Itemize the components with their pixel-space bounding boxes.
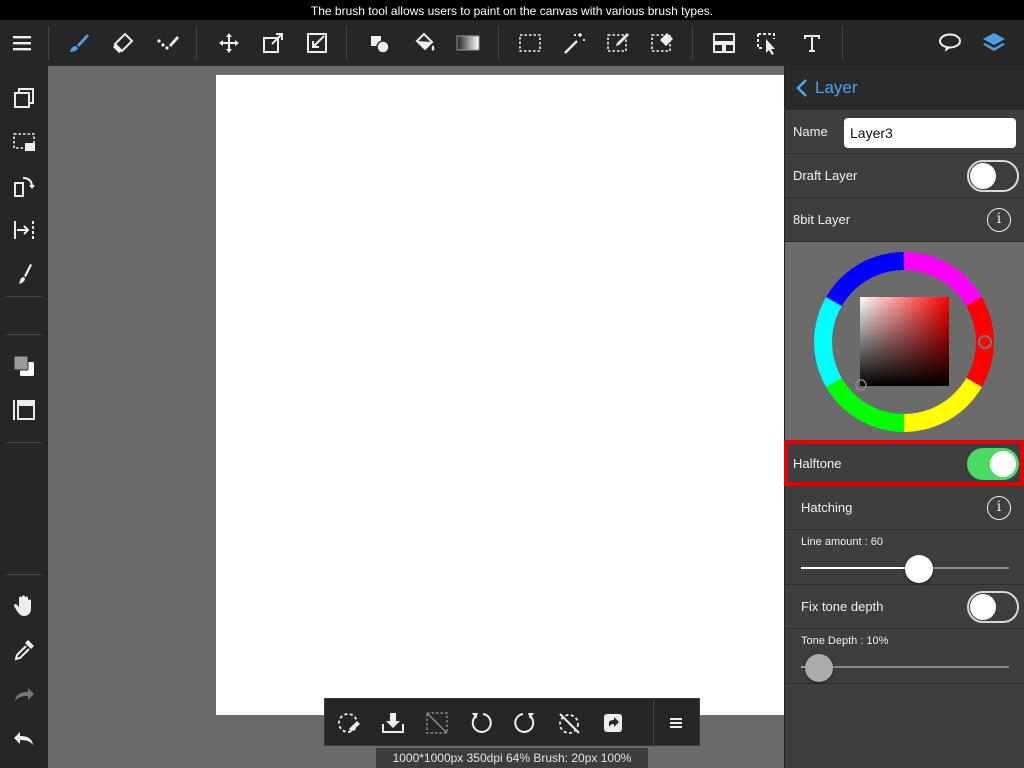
eraser-icon[interactable] <box>103 20 143 66</box>
color-picker-area <box>785 242 1024 442</box>
clear-icon[interactable] <box>415 699 459 747</box>
redo-icon[interactable] <box>0 674 48 714</box>
layer-copy-icon[interactable] <box>0 78 48 118</box>
share-icon[interactable] <box>591 699 635 747</box>
name-row: Name <box>785 110 1024 154</box>
hand-icon[interactable] <box>0 586 48 626</box>
select-pen-icon[interactable] <box>598 20 638 66</box>
rotate-right-icon[interactable] <box>503 699 547 747</box>
menu-icon[interactable] <box>2 20 42 66</box>
fill-shape-icon[interactable] <box>360 20 400 66</box>
flip-icon[interactable] <box>0 210 48 250</box>
more-menu-icon[interactable] <box>653 699 697 747</box>
line-amount-row: Line amount : 60 <box>785 530 1024 585</box>
left-toolbar <box>0 66 48 768</box>
undo-icon[interactable] <box>0 718 48 758</box>
eyedropper-icon[interactable] <box>0 630 48 670</box>
rotate-left-icon[interactable] <box>459 699 503 747</box>
tone-depth-row: Tone Depth : 10% <box>785 629 1024 684</box>
layer-property-panel: Layer Name Draft Layer 8bit Layer i <box>784 66 1024 768</box>
transform-icon[interactable] <box>253 20 293 66</box>
line-amount-label: Line amount : 60 <box>801 536 883 548</box>
color-wheel[interactable] <box>785 242 1024 442</box>
drawing-canvas[interactable] <box>216 75 784 715</box>
color-swatch-icon[interactable] <box>0 346 48 386</box>
hatching-row: Hatching i <box>785 486 1024 530</box>
layer-name-input[interactable] <box>844 118 1016 148</box>
frame-divider-icon[interactable] <box>704 20 744 66</box>
rotate-icon[interactable] <box>0 166 48 206</box>
info-icon[interactable]: i <box>987 495 1011 520</box>
back-label: Layer <box>815 78 858 97</box>
ruler-icon[interactable] <box>0 390 48 430</box>
info-icon[interactable]: i <box>987 207 1011 232</box>
tone-depth-thumb[interactable] <box>804 654 833 682</box>
layers-icon[interactable] <box>974 20 1014 66</box>
8bit-layer-label: 8bit Layer <box>793 212 851 227</box>
top-toolbar <box>0 20 1024 66</box>
app-window: The brush tool allows users to paint on … <box>0 0 1024 768</box>
chevron-left-icon <box>796 79 807 97</box>
back-button[interactable]: Layer <box>785 78 858 98</box>
hatching-label: Hatching <box>801 500 853 515</box>
halftone-toggle[interactable] <box>967 447 1019 480</box>
brush-size-icon[interactable] <box>0 254 48 294</box>
tool-hint-bar: The brush tool allows users to paint on … <box>0 0 1024 20</box>
draft-layer-row: Draft Layer <box>785 154 1024 198</box>
fix-tone-toggle[interactable] <box>967 590 1019 623</box>
snap-icon[interactable] <box>147 20 187 66</box>
selection-icon[interactable] <box>0 122 48 162</box>
fix-tone-row: Fix tone depth <box>785 585 1024 629</box>
reset-rotation-icon[interactable] <box>547 699 591 747</box>
canvas-status: 1000*1000px 350dpi 64% Brush: 20px 100% <box>376 748 648 768</box>
text-icon[interactable] <box>792 20 832 66</box>
magic-wand-icon[interactable] <box>554 20 594 66</box>
8bit-layer-row: 8bit Layer i <box>785 198 1024 242</box>
select-eraser-icon[interactable] <box>642 20 682 66</box>
draft-layer-toggle[interactable] <box>967 159 1019 192</box>
halftone-row: Halftone <box>785 442 1024 486</box>
select-rect-icon[interactable] <box>510 20 550 66</box>
name-label: Name <box>793 124 828 139</box>
gradient-icon[interactable] <box>448 20 488 66</box>
halftone-label: Halftone <box>793 456 842 471</box>
tone-depth-label: Tone Depth : 10% <box>801 635 889 647</box>
speech-bubble-icon[interactable] <box>930 20 970 66</box>
line-amount-thumb[interactable] <box>905 555 934 583</box>
quick-access-bar <box>324 698 700 747</box>
brush-icon[interactable] <box>59 20 99 66</box>
operation-icon[interactable] <box>748 20 788 66</box>
deselect-icon[interactable] <box>327 699 371 747</box>
import-icon[interactable] <box>371 699 415 747</box>
bucket-icon[interactable] <box>404 20 444 66</box>
fix-tone-label: Fix tone depth <box>801 599 884 614</box>
resize-icon[interactable] <box>297 20 337 66</box>
draft-layer-label: Draft Layer <box>793 168 858 183</box>
panel-header: Layer <box>785 66 1024 110</box>
move-icon[interactable] <box>209 20 249 66</box>
